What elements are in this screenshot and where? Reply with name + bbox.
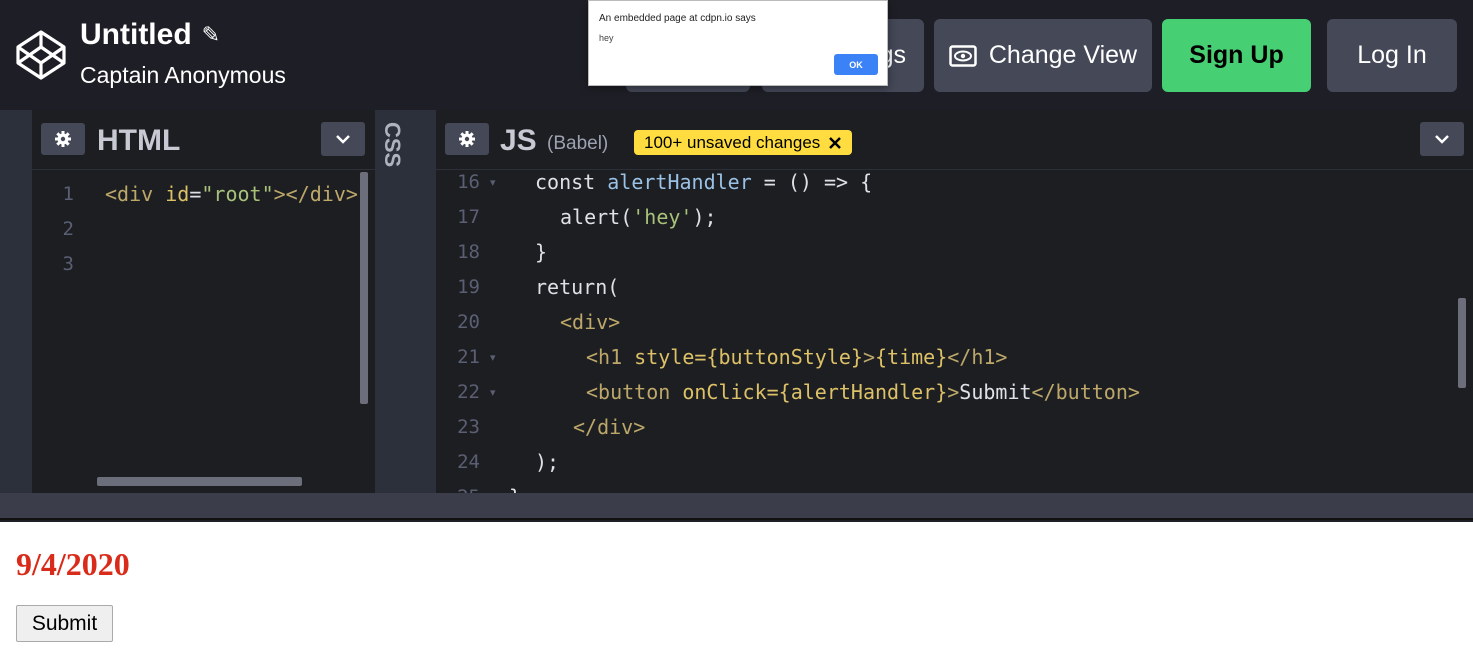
- code-token: 'hey': [632, 205, 693, 229]
- code-token: id: [165, 182, 190, 206]
- codepen-logo-icon[interactable]: [14, 28, 68, 82]
- code-token: {time}: [875, 345, 948, 369]
- line-number: 2: [62, 218, 74, 240]
- line-number: 24: [457, 451, 480, 473]
- code-token: </h1>: [947, 345, 1008, 369]
- line-number: 3: [62, 253, 74, 275]
- js-editor-pane: JS (Babel) 100+ unsaved changes 16 17 18…: [436, 110, 1473, 493]
- code-token: const: [535, 170, 608, 194]
- sign-up-button[interactable]: Sign Up: [1162, 19, 1311, 92]
- html-pane-title: HTML: [97, 124, 181, 157]
- js-code-line[interactable]: </div>: [573, 415, 645, 439]
- html-vertical-scrollbar[interactable]: [360, 172, 368, 404]
- gear-icon: [55, 131, 71, 147]
- js-code-line[interactable]: const alertHandler = () => {: [535, 170, 872, 194]
- code-token: ={buttonStyle}: [694, 345, 863, 369]
- js-code-line[interactable]: <div>: [560, 310, 620, 334]
- alert-message: hey: [599, 33, 614, 43]
- preview-submit-button[interactable]: Submit: [16, 605, 113, 642]
- css-pane-title[interactable]: CSS: [379, 122, 405, 167]
- eye-icon: [949, 44, 977, 67]
- html-code-line[interactable]: <div id="root"></div>: [105, 182, 358, 206]
- author-name[interactable]: Captain Anonymous: [80, 62, 286, 89]
- code-token: Submit: [959, 380, 1032, 404]
- js-code-line[interactable]: return(: [535, 275, 619, 299]
- unsaved-changes-text: 100+ unsaved changes: [644, 132, 821, 152]
- js-vertical-scrollbar[interactable]: [1458, 298, 1466, 388]
- line-number: 25: [446, 486, 480, 493]
- html-horizontal-scrollbar[interactable]: [97, 477, 302, 486]
- fold-marker-icon[interactable]: ▾: [490, 386, 496, 399]
- chevron-down-icon: [1435, 135, 1449, 144]
- css-editor-collapsed[interactable]: CSS: [375, 110, 406, 493]
- line-number: 20: [457, 311, 480, 333]
- js-pane-header: JS (Babel) 100+ unsaved changes: [436, 110, 1473, 170]
- pen-title[interactable]: Untitled ✎: [80, 18, 220, 52]
- js-code-line[interactable]: alert('hey');: [560, 205, 717, 229]
- line-number: 23: [457, 416, 480, 438]
- code-token: ></div>: [273, 182, 358, 206]
- html-settings-button[interactable]: [41, 123, 85, 155]
- js-settings-button[interactable]: [445, 123, 489, 155]
- code-token: style: [634, 345, 695, 369]
- code-token: </button>: [1031, 380, 1140, 404]
- gear-icon: [459, 131, 475, 147]
- alert-ok-button[interactable]: OK: [834, 54, 878, 75]
- code-token: onClick: [682, 380, 767, 404]
- js-pane-menu-button[interactable]: [1420, 122, 1464, 156]
- mid-resize-handle[interactable]: [406, 110, 436, 493]
- code-token: );: [692, 205, 717, 229]
- change-view-label: Change View: [988, 41, 1138, 69]
- code-token: <h1: [586, 345, 635, 369]
- line-number: 19: [457, 276, 480, 298]
- left-resize-handle[interactable]: [0, 110, 32, 493]
- line-number: 1: [62, 183, 74, 205]
- js-code-line[interactable]: <button onClick={alertHandler}>Submit</b…: [586, 380, 1140, 404]
- html-pane-menu-button[interactable]: [321, 122, 365, 156]
- code-token: ={alertHandler}: [766, 380, 948, 404]
- line-number: 21: [457, 346, 480, 368]
- chevron-down-icon: [336, 135, 350, 144]
- js-code-line[interactable]: <h1 style={buttonStyle}>{time}</h1>: [586, 345, 1007, 369]
- alert-title: An embedded page at cdpn.io says: [599, 13, 756, 24]
- code-token: >: [947, 380, 960, 404]
- code-token: alertHandler: [607, 170, 752, 194]
- line-number: 22: [457, 381, 480, 403]
- code-token: = () => {: [751, 170, 873, 194]
- fold-marker-icon[interactable]: ▾: [490, 176, 496, 189]
- code-token: >: [862, 345, 876, 369]
- js-code-line[interactable]: );: [535, 450, 559, 474]
- pen-title-text[interactable]: Untitled: [80, 18, 192, 52]
- preview-time-heading: 9/4/2020: [16, 546, 130, 582]
- line-number: 18: [457, 241, 480, 263]
- pencil-icon[interactable]: ✎: [202, 22, 220, 48]
- js-pane-title: JS: [500, 124, 537, 157]
- html-pane-header: HTML: [32, 110, 375, 170]
- code-token: <button: [586, 380, 683, 404]
- result-preview: 9/4/2020 Submit: [0, 522, 1473, 652]
- code-token: "root": [201, 182, 274, 206]
- html-editor-pane: HTML 1 2 3 <div id="root"></div>: [32, 110, 375, 493]
- close-icon[interactable]: [828, 136, 842, 150]
- js-code-line[interactable]: }: [509, 485, 521, 493]
- log-in-button[interactable]: Log In: [1327, 19, 1457, 92]
- editor-area: HTML 1 2 3 <div id="root"></div> CSS JS …: [0, 110, 1473, 493]
- fold-marker-icon[interactable]: ▾: [490, 351, 496, 364]
- unsaved-changes-badge[interactable]: 100+ unsaved changes: [634, 130, 853, 155]
- line-number: 16: [457, 171, 480, 193]
- js-code-line[interactable]: }: [535, 240, 547, 264]
- js-preprocessor-label: (Babel): [547, 133, 609, 154]
- code-token: alert(: [560, 205, 633, 229]
- code-token: =: [189, 182, 202, 206]
- code-token: <div: [105, 182, 154, 206]
- alert-dialog: An embedded page at cdpn.io says hey OK: [588, 0, 888, 86]
- line-number: 17: [457, 206, 480, 228]
- preview-resize-bar[interactable]: [0, 493, 1473, 520]
- change-view-button[interactable]: Change View: [934, 19, 1152, 92]
